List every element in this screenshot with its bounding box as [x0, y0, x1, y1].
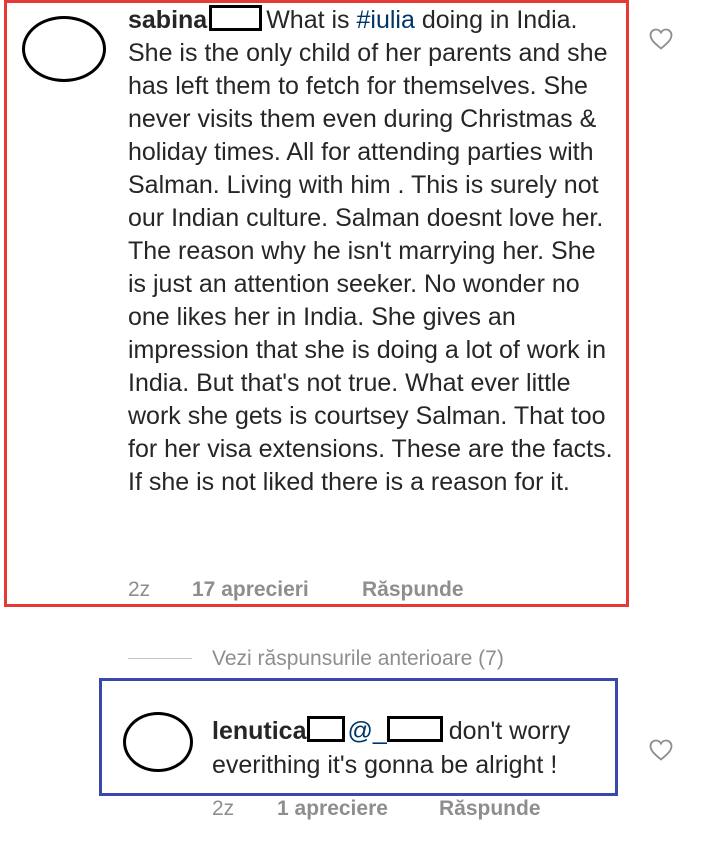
redaction-box — [209, 5, 263, 31]
view-previous-replies-link[interactable]: Vezi răspunsurile anterioare (7) — [212, 647, 504, 671]
comment-timestamp: 2z — [128, 578, 151, 601]
reply-button[interactable]: Răspunde — [362, 578, 464, 602]
reply-timestamp: 2z — [212, 797, 235, 820]
hashtag-link[interactable]: #iulia — [357, 6, 415, 34]
avatar[interactable] — [123, 712, 193, 772]
reply-username[interactable]: lenutica — [212, 717, 306, 745]
redaction-box — [307, 716, 346, 742]
comment-body: sabina What is #iulia doing in India. She… — [128, 4, 620, 499]
comment-text-start: What is — [266, 6, 357, 34]
mention-link[interactable]: @_ — [347, 717, 386, 745]
reply-body: lenutica @_ don't worry everithing it's go… — [212, 714, 612, 782]
heart-outline-icon[interactable] — [649, 739, 673, 761]
replies-divider — [128, 658, 192, 659]
heart-outline-icon[interactable] — [649, 28, 673, 50]
reply-likes-count[interactable]: 1 apreciere — [277, 797, 388, 821]
comment-likes-count[interactable]: 17 aprecieri — [192, 578, 309, 602]
avatar[interactable] — [22, 16, 106, 82]
comment-text-rest: doing in India. She is the only child of… — [128, 6, 613, 496]
redaction-box — [386, 716, 443, 742]
reply-button[interactable]: Răspunde — [439, 797, 541, 821]
comment-username[interactable]: sabina — [128, 6, 207, 34]
